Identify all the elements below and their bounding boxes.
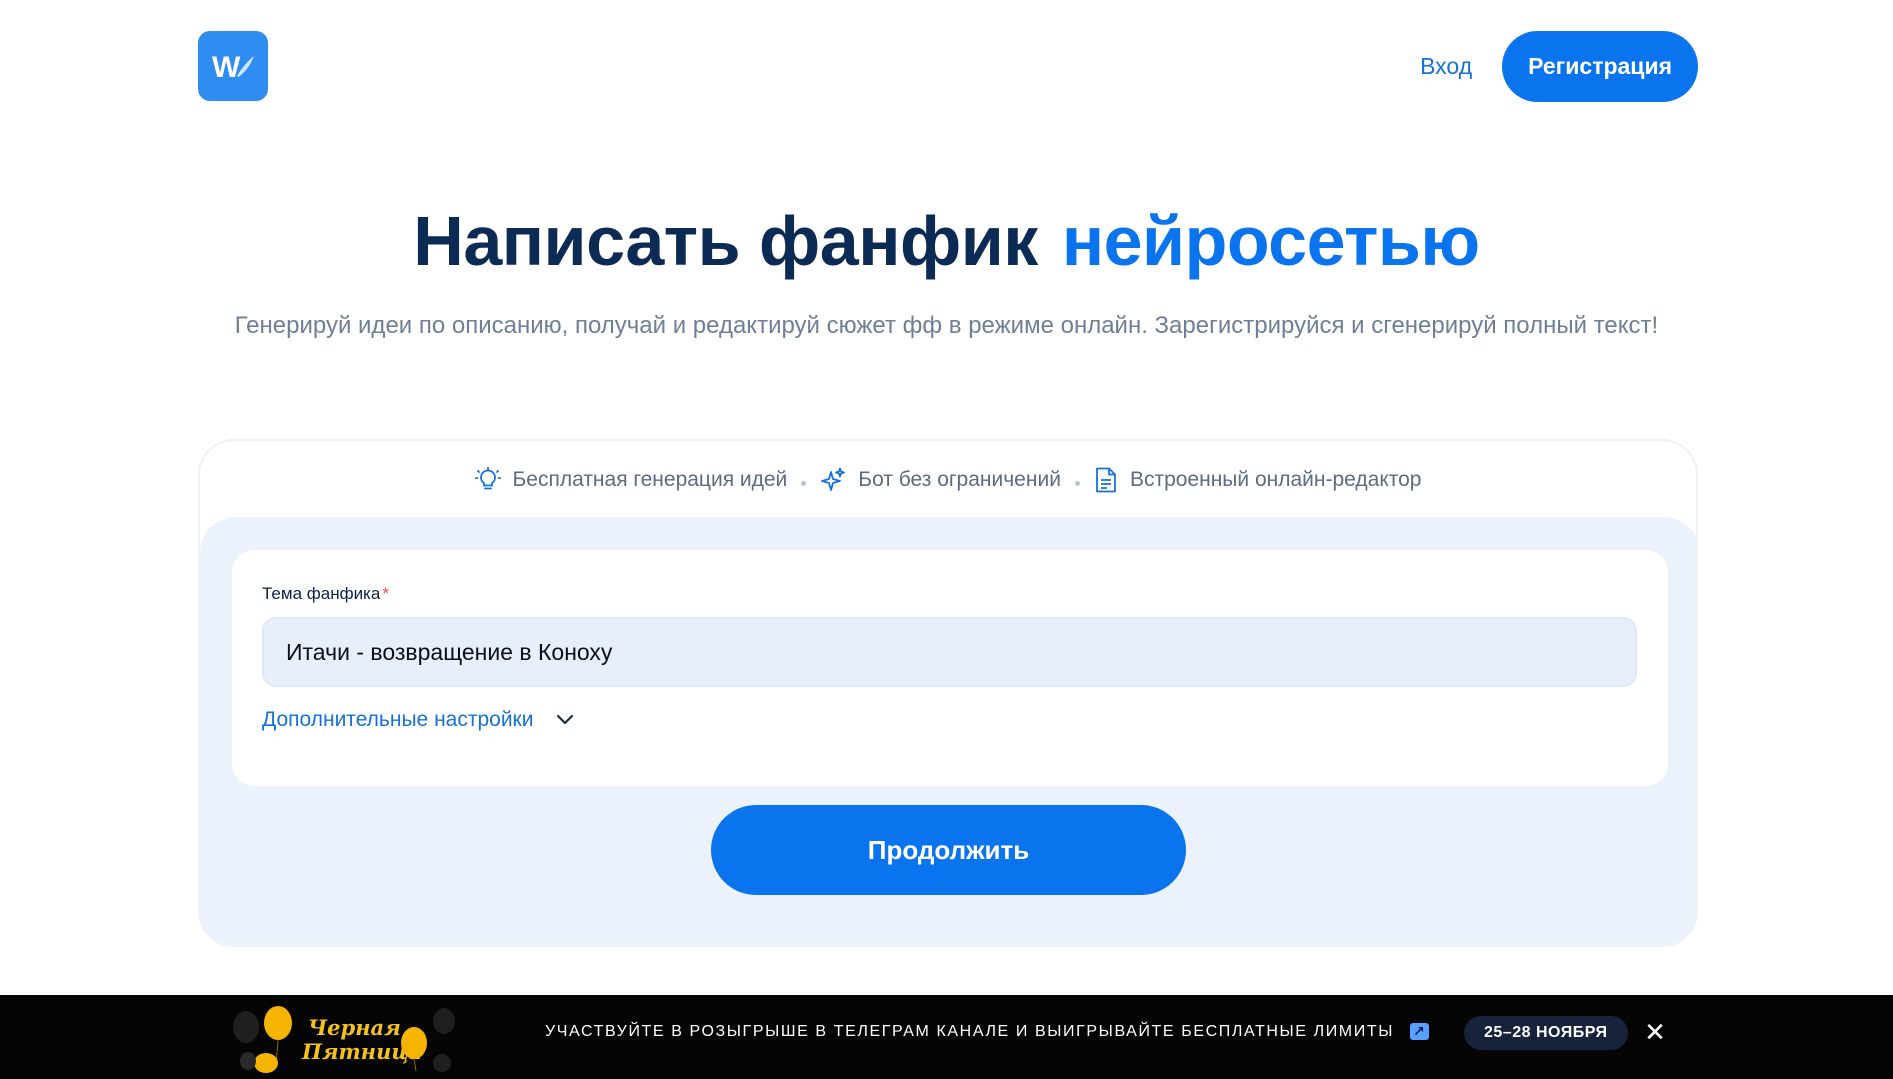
- page: W Вход Регистрация Написать фанфик нейрос…: [0, 0, 1893, 1079]
- feature-separator: [801, 480, 807, 486]
- topic-input[interactable]: [262, 617, 1637, 687]
- feature-item-ideas: Бесплатная генерация идей: [474, 467, 788, 493]
- topic-form: Тема фанфика* Дополнительные настройки: [232, 550, 1668, 786]
- topic-label-text: Тема фанфика: [262, 584, 381, 603]
- required-mark: *: [382, 584, 389, 603]
- promo-text: УЧАСТВУЙТЕ В РОЗЫГРЫШЕ В ТЕЛЕГРАМ КАНАЛЕ…: [545, 1023, 1430, 1041]
- site-header: W Вход Регистрация: [198, 30, 1698, 102]
- title-accent: нейросетью: [1061, 202, 1480, 280]
- promo-banner[interactable]: Черная Пятница УЧАСТВУЙТЕ В РОЗЫГРЫШЕ В …: [0, 995, 1893, 1079]
- feature-label: Встроенный онлайн-редактор: [1129, 468, 1422, 491]
- sparkles-icon: [821, 467, 846, 491]
- advanced-settings-toggle[interactable]: Дополнительные настройки: [262, 708, 575, 732]
- document-icon: [1096, 467, 1116, 493]
- page-subtitle: Генерируй идеи по описанию, получай и ре…: [234, 312, 1659, 339]
- feature-separator: [1074, 480, 1080, 486]
- feature-item-bot: Бот без ограничений: [820, 467, 1061, 493]
- logo-icon: W: [212, 51, 254, 82]
- lightbulb-icon: [474, 467, 501, 490]
- external-link-icon: ↗: [1410, 1023, 1430, 1040]
- black-friday-art: Черная Пятница: [233, 1006, 455, 1073]
- advanced-settings-label: Дополнительные настройки: [262, 708, 534, 731]
- generator-card: Бесплатная генерация идей Бот без ограни…: [198, 439, 1698, 947]
- feature-list: Бесплатная генерация идей Бот без ограни…: [200, 441, 1696, 519]
- chevron-down-icon: [557, 714, 574, 725]
- register-button[interactable]: Регистрация: [1502, 30, 1698, 102]
- promo-message: УЧАСТВУЙТЕ В РОЗЫГРЫШЕ В ТЕЛЕГРАМ КАНАЛЕ…: [545, 1023, 1394, 1040]
- feature-label: Бесплатная генерация идей: [512, 468, 788, 491]
- feature-label: Бот без ограничений: [858, 468, 1061, 491]
- topic-label: Тема фанфика *: [262, 584, 389, 604]
- close-icon[interactable]: ✕: [1640, 1015, 1670, 1051]
- title-main: Написать фанфик: [413, 202, 1038, 280]
- generator-panel: Тема фанфика* Дополнительные настройки П…: [200, 517, 1696, 945]
- page-title: Написать фанфик нейросетью: [0, 197, 1893, 285]
- promo-date-badge: 25–28 НОЯБРЯ: [1464, 1016, 1628, 1050]
- balloon-icon: [233, 1006, 292, 1073]
- header-nav: Вход Регистрация: [1420, 30, 1698, 102]
- logo-letter: W: [212, 51, 241, 82]
- logo[interactable]: W: [198, 31, 268, 101]
- promo-art-line1: Черная: [308, 1015, 401, 1040]
- continue-button[interactable]: Продолжить: [711, 805, 1186, 895]
- login-link[interactable]: Вход: [1420, 53, 1472, 80]
- feature-item-editor: Встроенный онлайн-редактор: [1094, 467, 1422, 493]
